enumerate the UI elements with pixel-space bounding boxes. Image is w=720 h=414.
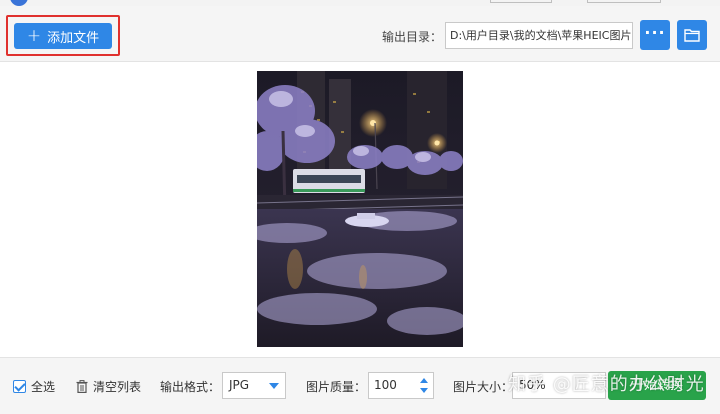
increment-icon[interactable] (420, 378, 428, 383)
output-format-select[interactable]: JPG (222, 372, 286, 399)
open-folder-button[interactable] (677, 20, 707, 50)
output-format-value: JPG (229, 378, 250, 392)
select-all-label: 全选 (31, 380, 56, 394)
ellipsis-icon: ··· (644, 23, 666, 42)
output-format-label-wrap: 输出格式： (160, 378, 220, 395)
plus-icon: + (26, 25, 42, 46)
preview-image[interactable] (257, 71, 463, 347)
select-all-checkbox[interactable]: 全选 (13, 378, 55, 395)
size-label: 图片大小： (453, 380, 514, 394)
chevron-down-icon (269, 383, 279, 389)
output-dir-field[interactable]: D:\用户目录\我的文档\苹果HEIC图片 (445, 22, 633, 49)
window-tab[interactable] (587, 0, 661, 3)
add-file-button[interactable]: + 添加文件 (14, 23, 112, 49)
size-label-wrap: 图片大小： (453, 378, 513, 395)
folder-icon (684, 29, 700, 42)
toolbar: + 添加文件 输出目录： D:\用户目录\我的文档\苹果HEIC图片 ··· (0, 6, 720, 62)
night-street-photo (257, 71, 463, 347)
watermark: 知乎 @匠意的办公时光 (508, 374, 705, 395)
quality-stepper[interactable]: 100 (368, 372, 434, 399)
output-format-label: 输出格式： (160, 380, 221, 394)
window-tab[interactable] (490, 0, 552, 3)
clear-list-label: 清空列表 (93, 380, 142, 394)
trash-icon (76, 380, 88, 393)
quality-value: 100 (374, 378, 397, 392)
browse-more-button[interactable]: ··· (640, 20, 670, 50)
decrement-icon[interactable] (420, 388, 428, 393)
clear-list-button[interactable]: 清空列表 (76, 378, 141, 395)
quality-label-wrap: 图片质量： (306, 378, 366, 395)
quality-label: 图片质量： (306, 380, 367, 394)
checkbox-icon[interactable] (13, 380, 26, 393)
app-window: + 添加文件 输出目录： D:\用户目录\我的文档\苹果HEIC图片 ··· 全… (0, 0, 720, 414)
output-dir-label: 输出目录： (382, 30, 443, 44)
add-file-label: 添加文件 (47, 30, 100, 46)
